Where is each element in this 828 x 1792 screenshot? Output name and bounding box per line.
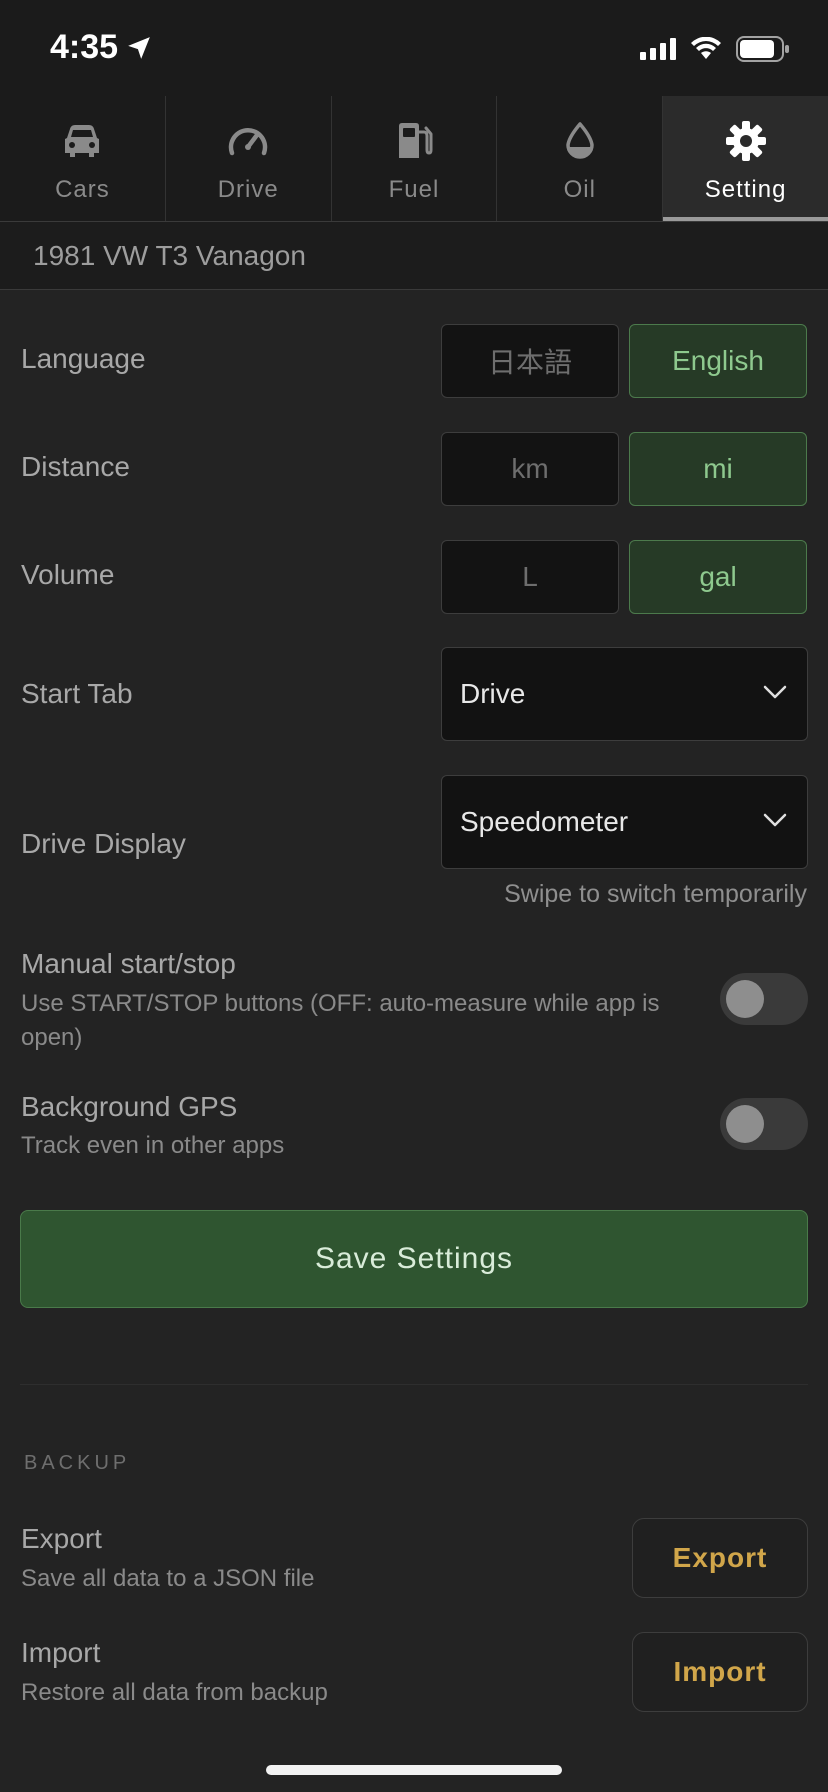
tab-fuel[interactable]: Fuel bbox=[332, 96, 498, 221]
drive-display-select[interactable]: Speedometer bbox=[441, 775, 808, 869]
import-button[interactable]: Import bbox=[632, 1632, 808, 1712]
manual-start-stop-toggle[interactable] bbox=[720, 973, 808, 1025]
distance-option-mi[interactable]: mi bbox=[629, 432, 807, 506]
drive-display-hint: Swipe to switch temporarily bbox=[504, 880, 807, 908]
tab-label: Oil bbox=[563, 176, 596, 203]
tab-label: Fuel bbox=[388, 176, 440, 203]
save-settings-button[interactable]: Save Settings bbox=[20, 1210, 808, 1308]
speedometer-icon bbox=[228, 128, 268, 156]
current-car-name: 1981 VW T3 Vanagon bbox=[33, 239, 306, 271]
section-divider bbox=[20, 1384, 808, 1385]
import-title: Import bbox=[21, 1637, 101, 1668]
chevron-down-icon bbox=[763, 685, 787, 699]
volume-option-gallons[interactable]: gal bbox=[629, 540, 807, 614]
tab-oil[interactable]: Oil bbox=[497, 96, 664, 221]
drive-display-label: Drive Display bbox=[21, 828, 186, 859]
distance-label: Distance bbox=[21, 451, 130, 482]
tab-label: Cars bbox=[55, 176, 110, 203]
status-time: 4:35 bbox=[50, 28, 152, 67]
tab-cars[interactable]: Cars bbox=[0, 96, 166, 221]
export-subtitle: Save all data to a JSON file bbox=[21, 1565, 315, 1592]
toggle-knob bbox=[726, 980, 764, 1018]
start-tab-value: Drive bbox=[460, 678, 526, 709]
export-title: Export bbox=[21, 1523, 102, 1554]
start-tab-select[interactable]: Drive bbox=[441, 647, 808, 741]
car-icon bbox=[65, 125, 100, 157]
background-gps-subtitle: Track even in other apps bbox=[21, 1132, 285, 1159]
distance-option-km[interactable]: km bbox=[441, 432, 619, 506]
home-indicator[interactable] bbox=[266, 1765, 562, 1775]
language-option-japanese[interactable]: 日本語 bbox=[441, 324, 619, 398]
export-button[interactable]: Export bbox=[632, 1518, 808, 1598]
gear-icon bbox=[725, 121, 766, 161]
language-option-english[interactable]: English bbox=[629, 324, 807, 398]
status-time-text: 4:35 bbox=[50, 28, 119, 66]
settings-screen: 4:35 Cars Drive Fuel Oil Setting 1981 VW… bbox=[0, 0, 828, 1792]
battery-icon bbox=[736, 36, 789, 62]
tab-label: Drive bbox=[217, 176, 279, 203]
tab-drive[interactable]: Drive bbox=[166, 96, 332, 221]
manual-start-stop-subtitle: Use START/STOP buttons (OFF: auto-measur… bbox=[21, 990, 660, 1051]
tab-setting[interactable]: Setting bbox=[663, 96, 828, 221]
volume-label: Volume bbox=[21, 559, 115, 590]
oil-drop-icon bbox=[566, 122, 594, 159]
location-arrow-icon bbox=[128, 36, 150, 59]
background-gps-toggle[interactable] bbox=[720, 1098, 808, 1150]
status-bar: 4:35 bbox=[0, 0, 828, 96]
status-indicators bbox=[640, 36, 790, 62]
tab-label: Setting bbox=[704, 176, 787, 203]
tab-bar: Cars Drive Fuel Oil Setting bbox=[0, 96, 828, 222]
chevron-down-icon bbox=[763, 813, 787, 827]
drive-display-value: Speedometer bbox=[460, 806, 629, 837]
background-gps-title: Background GPS bbox=[21, 1091, 238, 1122]
import-subtitle: Restore all data from backup bbox=[21, 1679, 328, 1706]
toggle-knob bbox=[726, 1105, 764, 1143]
cellular-signal-icon bbox=[640, 38, 676, 60]
wifi-icon bbox=[691, 37, 721, 59]
volume-option-liters[interactable]: L bbox=[441, 540, 619, 614]
current-car-bar[interactable]: 1981 VW T3 Vanagon bbox=[0, 222, 828, 290]
backup-section-label: BACKUP bbox=[24, 1452, 131, 1474]
manual-start-stop-title: Manual start/stop bbox=[21, 948, 236, 979]
language-label: Language bbox=[21, 343, 146, 374]
fuel-pump-icon bbox=[398, 123, 433, 158]
start-tab-label: Start Tab bbox=[21, 678, 133, 709]
